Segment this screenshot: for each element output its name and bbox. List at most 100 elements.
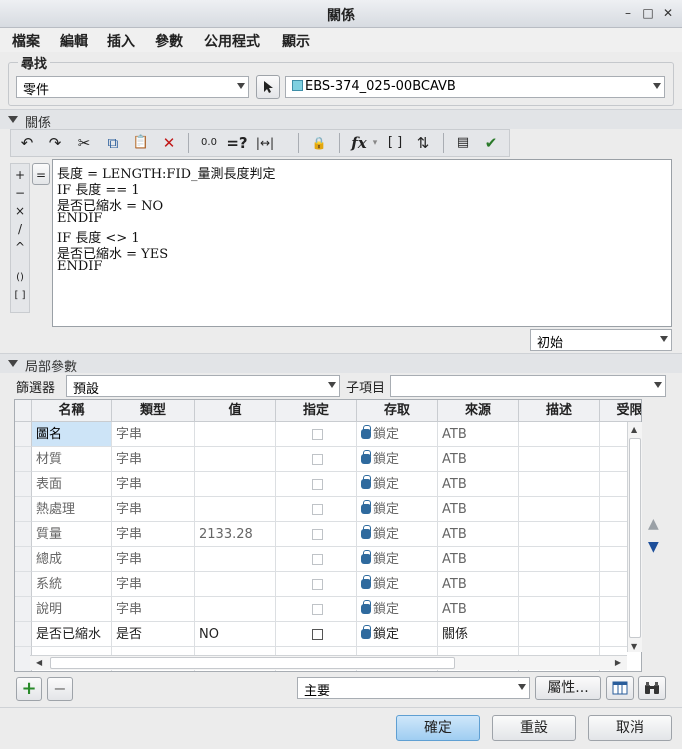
source-cell[interactable]: ATB [438,472,519,497]
units-icon[interactable]: 0.0 [197,132,221,154]
select-model-button[interactable] [256,75,280,99]
source-cell[interactable]: ATB [438,572,519,597]
type-cell[interactable]: 字串 [112,572,195,597]
value-cell[interactable] [195,572,276,597]
assigned-cell[interactable] [276,547,357,572]
assigned-checkbox[interactable] [312,479,323,490]
name-cell[interactable]: 熱處理 [32,497,112,522]
column-header-restricted[interactable]: 受限 [600,400,641,422]
column-header-assigned[interactable]: 指定 [276,400,357,422]
relations-section-header[interactable]: 關係 [0,109,682,131]
assigned-cell[interactable] [276,572,357,597]
cut-icon[interactable]: ✂ [72,132,96,154]
column-header-description[interactable]: 描述 [519,400,600,422]
assigned-cell[interactable] [276,447,357,472]
function-icon[interactable]: fx [347,132,371,154]
reset-button[interactable]: 重設 [492,715,576,741]
move-up-icon[interactable]: ▲ [648,516,659,532]
verify-icon[interactable]: ✔ [479,132,503,154]
access-cell[interactable]: 鎖定 [357,522,438,547]
access-cell[interactable]: 鎖定 [357,447,438,472]
brackets-icon[interactable]: [ ] [383,132,407,154]
menu-file[interactable]: 檔案 [12,31,40,51]
search-type-select[interactable]: 零件 [16,76,249,98]
assigned-checkbox[interactable] [312,454,323,465]
name-cell[interactable]: 圖名 [32,422,112,447]
value-cell[interactable] [195,422,276,447]
access-cell[interactable]: 鎖定 [357,622,438,647]
filter-select[interactable]: 預設 [66,375,340,397]
maximize-button[interactable]: □ [640,5,656,21]
scroll-right-icon[interactable]: ▶ [615,658,621,667]
model-select[interactable]: EBS-374_025-00BCAVB [285,76,665,98]
menu-utilities[interactable]: 公用程式 [204,31,260,51]
sort-icon[interactable]: ⇅ [411,132,435,154]
type-cell[interactable]: 字串 [112,597,195,622]
divide-operator-button[interactable]: / [11,222,29,236]
add-parameter-button[interactable]: + [16,677,42,701]
assigned-cell[interactable] [276,622,357,647]
ok-button[interactable]: 確定 [396,715,480,741]
delete-icon[interactable]: ✕ [157,132,181,154]
access-cell[interactable]: 鎖定 [357,497,438,522]
name-cell[interactable]: 說明 [32,597,112,622]
properties-button[interactable]: 屬性... [535,676,601,700]
vertical-scroll-thumb[interactable] [629,438,641,638]
access-cell[interactable]: 鎖定 [357,422,438,447]
type-cell[interactable]: 字串 [112,472,195,497]
menu-parameters[interactable]: 參數 [155,31,183,51]
column-header-name[interactable]: 名稱 [32,400,112,422]
name-cell[interactable]: 總成 [32,547,112,572]
value-cell[interactable]: 2133.28 [195,522,276,547]
lock-icon[interactable]: 🔒 [307,132,331,154]
horizontal-scroll-thumb[interactable] [50,657,455,669]
assigned-checkbox[interactable] [312,504,323,515]
plus-operator-button[interactable]: + [11,168,29,182]
cancel-button[interactable]: 取消 [588,715,672,741]
access-cell[interactable]: 鎖定 [357,597,438,622]
value-cell[interactable] [195,597,276,622]
show-list-icon[interactable]: ▤ [451,132,475,154]
desc-cell[interactable] [519,472,600,497]
function-dropdown-icon[interactable]: ▾ [369,132,381,154]
desc-cell[interactable] [519,597,600,622]
desc-cell[interactable] [519,622,600,647]
value-cell[interactable] [195,497,276,522]
source-cell[interactable]: ATB [438,597,519,622]
assigned-checkbox[interactable] [312,604,323,615]
minimize-button[interactable]: – [620,5,636,21]
paste-icon[interactable]: 📋 [129,132,153,154]
assigned-checkbox[interactable] [312,529,323,540]
type-cell[interactable]: 是否 [112,622,195,647]
undo-icon[interactable]: ↶ [15,132,39,154]
source-cell[interactable]: ATB [438,497,519,522]
assigned-checkbox[interactable] [312,579,323,590]
assigned-cell[interactable] [276,597,357,622]
value-cell[interactable]: NO [195,622,276,647]
column-header-value[interactable]: 值 [195,400,276,422]
move-down-icon[interactable]: ▼ [648,539,659,555]
column-header-source[interactable]: 來源 [438,400,519,422]
access-cell[interactable]: 鎖定 [357,547,438,572]
scroll-left-icon[interactable]: ◀ [36,658,42,667]
equals-operator-button[interactable]: = [32,163,50,185]
parentheses-operator-button[interactable]: () [11,272,29,283]
desc-cell[interactable] [519,422,600,447]
column-header-access[interactable]: 存取 [357,400,438,422]
minus-operator-button[interactable]: − [11,186,29,200]
desc-cell[interactable] [519,572,600,597]
desc-cell[interactable] [519,447,600,472]
measure-icon[interactable]: |↔| [253,132,277,154]
initial-select[interactable]: 初始 [530,329,672,351]
square-brackets-operator-button[interactable]: [ ] [11,290,29,301]
close-button[interactable]: ✕ [660,5,676,21]
value-cell[interactable] [195,472,276,497]
value-cell[interactable] [195,447,276,472]
type-cell[interactable]: 字串 [112,522,195,547]
evaluate-icon[interactable]: =? [225,132,249,154]
source-cell[interactable]: ATB [438,447,519,472]
desc-cell[interactable] [519,547,600,572]
menu-insert[interactable]: 插入 [107,31,135,51]
child-items-select[interactable] [390,375,666,397]
power-operator-button[interactable]: ^ [11,240,29,254]
